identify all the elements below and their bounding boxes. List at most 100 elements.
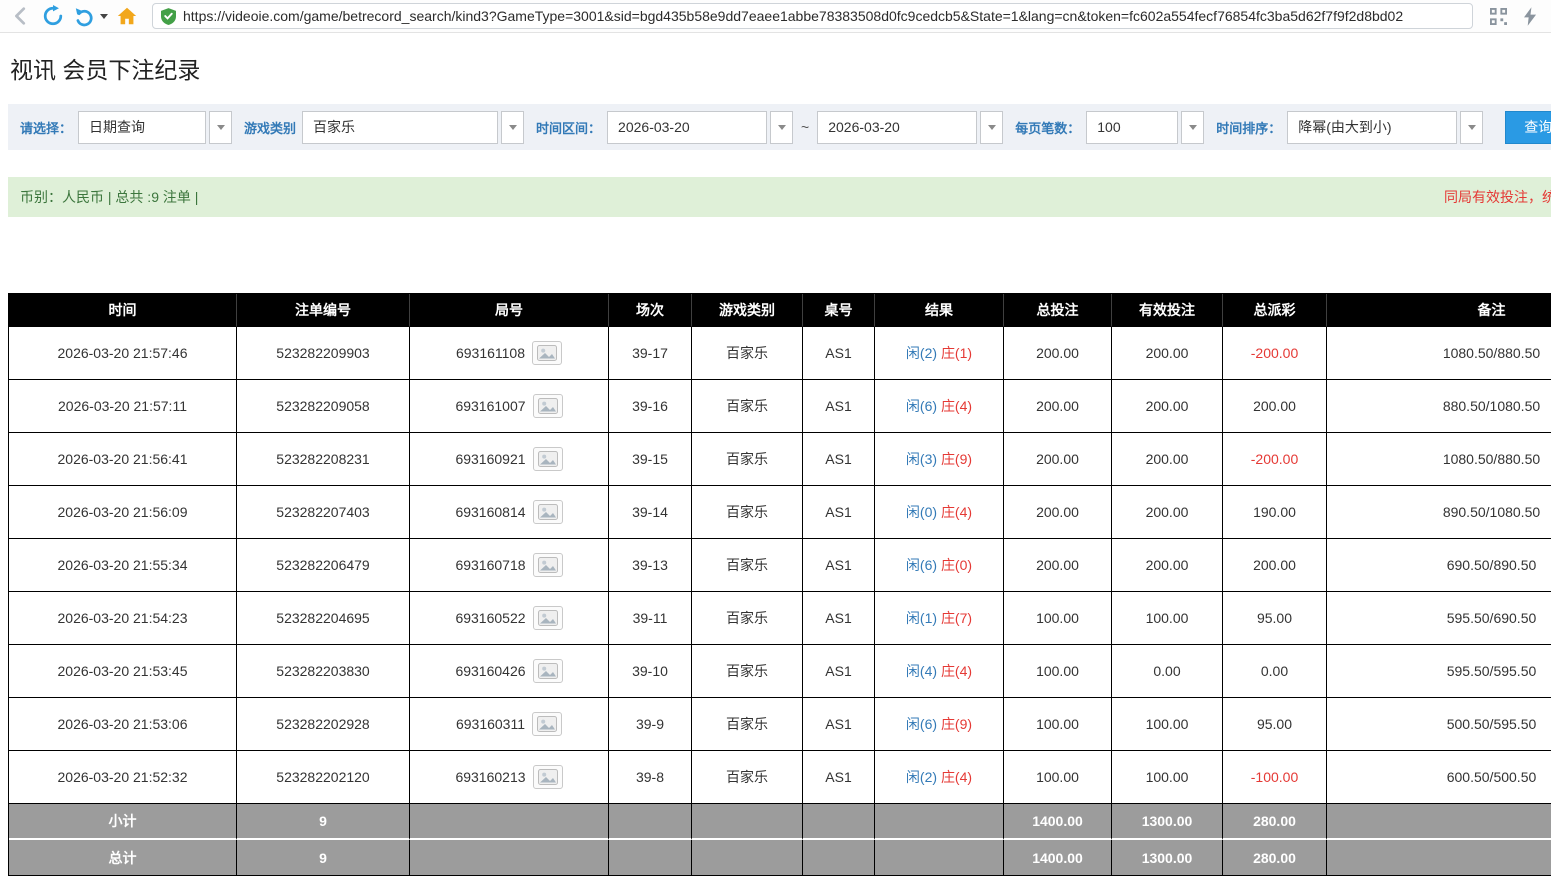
query-type-value[interactable]: 日期查询 <box>78 111 206 144</box>
chevron-down-icon <box>988 125 996 130</box>
cell-note: 600.50/500.50 <box>1327 751 1551 804</box>
date-from-value[interactable]: 2026-03-20 <box>607 111 767 144</box>
round-id: 693161108 <box>456 345 525 361</box>
date-to-value[interactable]: 2026-03-20 <box>817 111 977 144</box>
cell-valid-bet: 200.00 <box>1112 380 1223 433</box>
cell-total-bet[interactable]: 100.00 <box>1004 592 1112 645</box>
cell-time: 2026-03-20 21:54:23 <box>9 592 237 645</box>
cell-time: 2026-03-20 21:56:09 <box>9 486 237 539</box>
cell-total-bet[interactable]: 100.00 <box>1004 751 1112 804</box>
cell-total-bet[interactable]: 100.00 <box>1004 645 1112 698</box>
page-size-dropdown-button[interactable] <box>1181 111 1204 144</box>
cell-time: 2026-03-20 21:57:46 <box>9 327 237 380</box>
result-banker: 庄(7) <box>941 610 972 626</box>
cell-valid-bet: 200.00 <box>1112 486 1223 539</box>
result-image-button[interactable] <box>533 765 563 789</box>
result-player: 闲(6) <box>906 716 937 732</box>
undo-dropdown-caret[interactable] <box>100 14 108 19</box>
cell-table-no: AS1 <box>803 380 875 433</box>
cell-bet-id: 523282206479 <box>237 539 410 592</box>
cell-result: 闲(2) 庄(4) <box>875 751 1004 804</box>
cell-note: 880.50/1080.50 <box>1327 380 1551 433</box>
cell-result: 闲(6) 庄(0) <box>875 539 1004 592</box>
sort-order-select[interactable]: 降幂(由大到小) <box>1287 111 1483 144</box>
result-image-button[interactable] <box>533 447 563 471</box>
cell-total-bet[interactable]: 200.00 <box>1004 539 1112 592</box>
header-note: 备注 <box>1327 294 1551 327</box>
cell-result: 闲(3) 庄(9) <box>875 433 1004 486</box>
cell-time: 2026-03-20 21:53:45 <box>9 645 237 698</box>
date-from-picker[interactable]: 2026-03-20 <box>607 111 793 144</box>
cell-note: 595.50/595.50 <box>1327 645 1551 698</box>
security-shield-icon <box>161 8 176 25</box>
result-image-button[interactable] <box>533 553 563 577</box>
cell-total-bet[interactable]: 100.00 <box>1004 698 1112 751</box>
sort-order-dropdown-button[interactable] <box>1460 111 1483 144</box>
result-banker: 庄(1) <box>941 345 972 361</box>
result-banker: 庄(4) <box>941 663 972 679</box>
game-type-label: 游戏类别 <box>244 118 296 137</box>
cell-round: 693160921 <box>410 433 609 486</box>
game-type-dropdown-button[interactable] <box>501 111 524 144</box>
result-image-button[interactable] <box>532 712 562 736</box>
cell-payout: -200.00 <box>1223 327 1327 380</box>
query-type-select[interactable]: 日期查询 <box>78 111 232 144</box>
result-image-button[interactable] <box>533 394 563 418</box>
cell-payout: 95.00 <box>1223 592 1327 645</box>
header-round: 局号 <box>410 294 609 327</box>
cell-bet-id: 523282202928 <box>237 698 410 751</box>
cell-valid-bet: 100.00 <box>1112 592 1223 645</box>
subtotal-payout: 280.00 <box>1223 804 1327 840</box>
lightning-icon[interactable] <box>1517 3 1543 29</box>
cell-total-bet[interactable]: 200.00 <box>1004 380 1112 433</box>
cell-valid-bet: 100.00 <box>1112 698 1223 751</box>
cell-note: 595.50/690.50 <box>1327 592 1551 645</box>
header-session: 场次 <box>609 294 692 327</box>
chevron-down-icon <box>509 125 517 130</box>
result-player: 闲(3) <box>906 451 937 467</box>
cell-bet-id: 523282209903 <box>237 327 410 380</box>
game-type-select[interactable]: 百家乐 <box>302 111 524 144</box>
cell-total-bet[interactable]: 200.00 <box>1004 327 1112 380</box>
table-row: 2026-03-20 21:53:45 523282203830 6931604… <box>9 645 1551 698</box>
undo-icon[interactable] <box>72 3 98 29</box>
result-image-button[interactable] <box>533 500 563 524</box>
search-button[interactable]: 查询 <box>1505 111 1551 144</box>
result-image-button[interactable] <box>533 659 563 683</box>
address-bar[interactable]: https://videoie.com/game/betrecord_searc… <box>152 3 1473 29</box>
date-to-dropdown-button[interactable] <box>980 111 1003 144</box>
date-from-dropdown-button[interactable] <box>770 111 793 144</box>
cell-total-bet[interactable]: 200.00 <box>1004 486 1112 539</box>
home-icon[interactable] <box>114 3 140 29</box>
date-to-picker[interactable]: 2026-03-20 <box>817 111 1003 144</box>
cell-game-type: 百家乐 <box>692 645 803 698</box>
result-image-button[interactable] <box>532 341 562 365</box>
page-size-select[interactable]: 100 <box>1086 111 1204 144</box>
cell-round: 693161108 <box>410 327 609 380</box>
cell-total-bet[interactable]: 200.00 <box>1004 433 1112 486</box>
sort-order-value[interactable]: 降幂(由大到小) <box>1287 111 1457 144</box>
result-banker: 庄(4) <box>941 398 972 414</box>
cell-session: 39-8 <box>609 751 692 804</box>
header-payout: 总派彩 <box>1223 294 1327 327</box>
cell-valid-bet: 0.00 <box>1112 645 1223 698</box>
game-type-value[interactable]: 百家乐 <box>302 111 498 144</box>
page-size-value[interactable]: 100 <box>1086 111 1178 144</box>
back-icon[interactable] <box>8 3 34 29</box>
header-bet-id: 注单编号 <box>237 294 410 327</box>
cell-valid-bet: 100.00 <box>1112 751 1223 804</box>
query-type-dropdown-button[interactable] <box>209 111 232 144</box>
select-type-label: 请选择： <box>20 118 72 137</box>
chevron-down-icon <box>778 125 786 130</box>
bet-records-table: 时间 注单编号 局号 场次 游戏类别 桌号 结果 总投注 有效投注 总派彩 备注… <box>8 293 1551 876</box>
cell-round: 693160814 <box>410 486 609 539</box>
result-image-button[interactable] <box>533 606 563 630</box>
cell-game-type: 百家乐 <box>692 380 803 433</box>
cell-time: 2026-03-20 21:56:41 <box>9 433 237 486</box>
refresh-icon[interactable] <box>40 3 66 29</box>
cell-payout: -100.00 <box>1223 751 1327 804</box>
subtotal-valid-bet: 1300.00 <box>1112 804 1223 840</box>
qr-code-icon[interactable] <box>1485 3 1511 29</box>
cell-game-type: 百家乐 <box>692 592 803 645</box>
cell-round: 693160522 <box>410 592 609 645</box>
